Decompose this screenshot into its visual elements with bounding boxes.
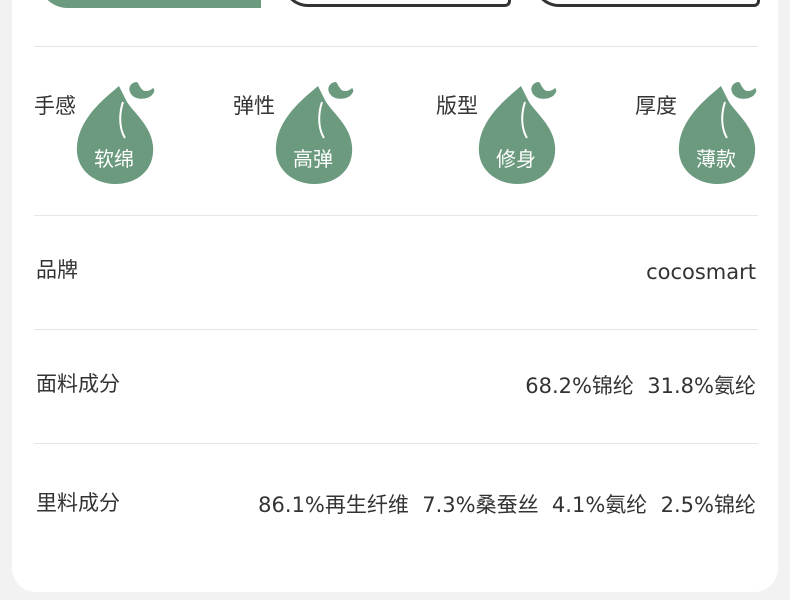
size-option-row bbox=[0, 0, 790, 10]
feel-label-handfeel: 手感 bbox=[34, 94, 76, 118]
option-button[interactable] bbox=[282, 0, 511, 7]
divider bbox=[34, 443, 758, 444]
feel-value-elasticity: 高弹 bbox=[293, 147, 333, 171]
divider bbox=[34, 215, 758, 216]
leaf-badge-icon: 修身 bbox=[477, 80, 563, 186]
divider bbox=[34, 329, 758, 330]
leaf-badge-icon: 高弹 bbox=[274, 80, 360, 186]
option-button[interactable] bbox=[533, 0, 760, 7]
feel-value-thickness: 薄款 bbox=[696, 147, 736, 171]
feel-label-thickness: 厚度 bbox=[635, 94, 677, 118]
spec-label-lining: 里料成分 bbox=[36, 491, 120, 515]
leaf-badge-icon: 软绵 bbox=[75, 80, 161, 186]
feel-value-fit: 修身 bbox=[496, 147, 536, 171]
spec-label-fabric: 面料成分 bbox=[36, 372, 120, 396]
option-button-selected[interactable] bbox=[38, 0, 261, 8]
spec-value-fabric: 68.2%锦纶 31.8%氨纶 bbox=[525, 374, 756, 398]
feel-label-elasticity: 弹性 bbox=[233, 94, 275, 118]
spec-value-brand: cocosmart bbox=[646, 260, 756, 284]
spec-label-brand: 品牌 bbox=[36, 258, 78, 282]
feel-value-handfeel: 软绵 bbox=[94, 147, 134, 171]
divider bbox=[34, 46, 758, 47]
spec-value-lining: 86.1%再生纤维 7.3%桑蚕丝 4.1%氨纶 2.5%锦纶 bbox=[258, 493, 756, 517]
feel-label-fit: 版型 bbox=[436, 94, 478, 118]
leaf-badge-icon: 薄款 bbox=[677, 80, 763, 186]
